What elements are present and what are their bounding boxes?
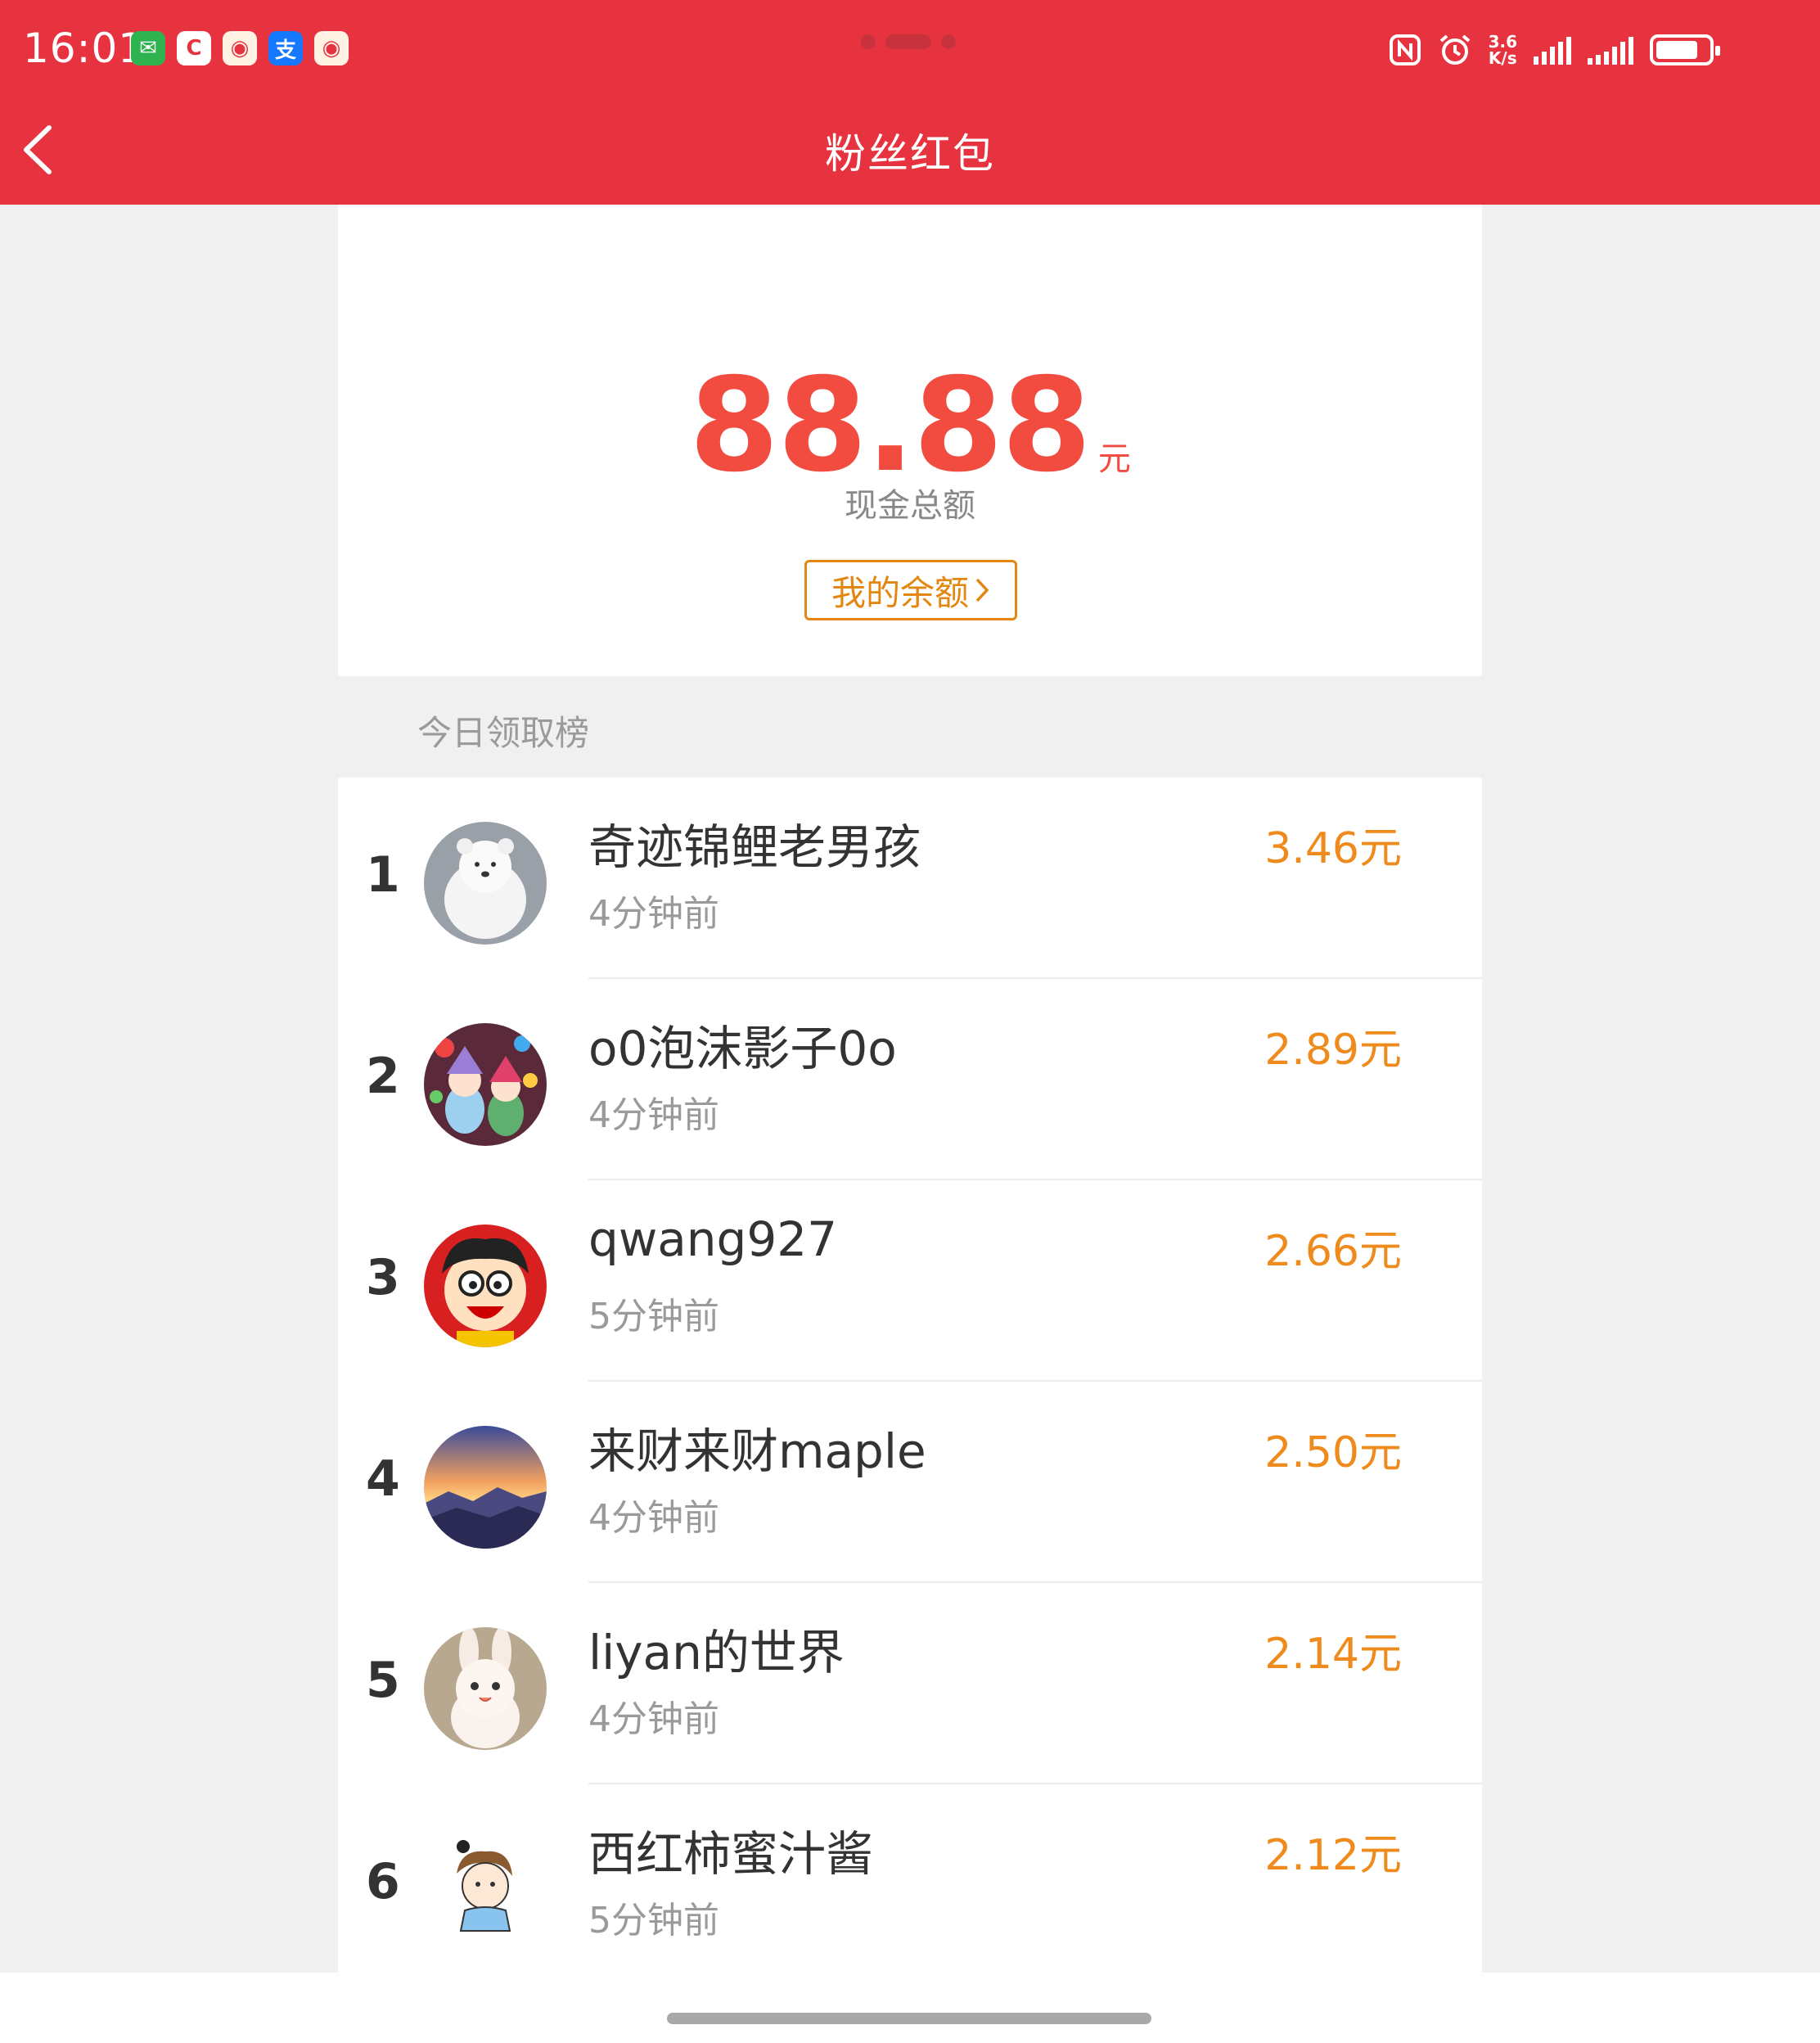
claim-time: 4分钟前 — [588, 893, 719, 935]
handle-dot — [941, 34, 956, 49]
my-balance-button[interactable]: 我的余额 — [804, 560, 1017, 620]
leaderboard-row[interactable]: 1 奇迹锦鲤老男孩 4分钟前 3.46元 — [338, 778, 1482, 979]
leaderboard-list: 1 奇迹锦鲤老男孩 4分钟前 3.46元 2 o0泡沫影子0o 4分钟前 2.8… — [338, 778, 1482, 1973]
battery-icon — [1650, 34, 1720, 65]
user-name[interactable]: 奇迹锦鲤老男孩 — [588, 809, 921, 877]
claim-amount: 2.14元 — [1264, 1630, 1402, 1679]
top-bar: 16:01 ✉ C ◉ 支 ◉ 3.6 K/s 粉丝红包 — [0, 0, 1820, 205]
claim-time: 4分钟前 — [588, 1698, 719, 1740]
signal-icon — [1534, 35, 1571, 65]
my-balance-label: 我的余额 — [831, 572, 969, 613]
alipay-icon: 支 — [268, 31, 303, 65]
leaderboard-row[interactable]: 6 西红柿蜜汁酱 5分钟前 2.12元 — [338, 1784, 1482, 1973]
claim-amount: 2.12元 — [1264, 1831, 1402, 1880]
status-indicators: 3.6 K/s — [1389, 33, 1720, 67]
alarm-icon — [1439, 34, 1470, 65]
rank-number: 4 — [366, 1450, 400, 1508]
claim-amount: 2.66元 — [1264, 1227, 1402, 1276]
wechat-icon: ✉ — [131, 31, 165, 65]
leaderboard-row[interactable]: 5 liyan的世界 4分钟前 2.14元 — [338, 1583, 1482, 1784]
claim-amount: 3.46元 — [1264, 824, 1402, 873]
rank-number: 6 — [366, 1853, 400, 1910]
weibo-icon: ◉ — [314, 31, 349, 65]
total-amount-label: 现金总额 — [845, 487, 975, 525]
avatar[interactable] — [424, 1224, 547, 1347]
page-title: 粉丝红包 — [825, 130, 995, 178]
signal-icon — [1588, 35, 1633, 65]
rank-number: 3 — [366, 1249, 400, 1306]
leaderboard-row[interactable]: 3 qwang927 5分钟前 2.66元 — [338, 1180, 1482, 1382]
status-time: 16:01 — [23, 25, 146, 72]
claim-time: 4分钟前 — [588, 1094, 719, 1136]
network-speed-unit: K/s — [1488, 48, 1517, 68]
claim-amount: 2.89元 — [1264, 1026, 1402, 1075]
claim-amount: 2.50元 — [1264, 1428, 1402, 1477]
status-app-icons: ✉ C ◉ 支 ◉ — [131, 31, 349, 65]
rank-number: 1 — [366, 846, 400, 904]
user-name[interactable]: liyan的世界 — [588, 1614, 845, 1683]
rank-number: 2 — [366, 1048, 400, 1105]
avatar[interactable] — [424, 1829, 547, 1951]
leaderboard-row[interactable]: 2 o0泡沫影子0o 4分钟前 2.89元 — [338, 979, 1482, 1180]
network-speed-value: 3.6 — [1488, 32, 1517, 52]
user-name[interactable]: qwang927 — [588, 1211, 837, 1267]
chevron-right-icon — [975, 578, 989, 602]
avatar[interactable] — [424, 1627, 547, 1750]
battery-level — [1656, 41, 1697, 59]
user-name[interactable]: 来财来财maple — [588, 1413, 926, 1482]
user-name[interactable]: 西红柿蜜汁酱 — [588, 1815, 873, 1884]
handle-pill — [885, 34, 931, 49]
total-amount-unit: 元 — [1097, 440, 1131, 478]
c-app-icon: C — [177, 31, 211, 65]
claim-time: 4分钟前 — [588, 1497, 719, 1539]
leaderboard-title: 今日领取榜 — [417, 713, 590, 753]
network-speed: 3.6 K/s — [1489, 34, 1517, 66]
summary-card: 88.88 元 现金总额 我的余额 — [338, 205, 1482, 676]
leaderboard-row[interactable]: 4 来财来财maple 4分钟前 2.50元 — [338, 1382, 1482, 1583]
home-indicator[interactable] — [667, 2013, 1151, 2024]
avatar[interactable] — [424, 822, 547, 945]
bottom-bar — [0, 1973, 1820, 2043]
handle-dot — [861, 34, 876, 49]
weibo-icon: ◉ — [223, 31, 257, 65]
nfc-icon — [1389, 34, 1421, 65]
avatar[interactable] — [424, 1023, 547, 1146]
claim-time: 5分钟前 — [588, 1900, 719, 1942]
claim-time: 5分钟前 — [588, 1296, 719, 1337]
rank-number: 5 — [366, 1652, 400, 1709]
avatar[interactable] — [424, 1426, 547, 1549]
user-name[interactable]: o0泡沫影子0o — [588, 1010, 897, 1079]
multiwindow-handle[interactable] — [861, 34, 956, 49]
